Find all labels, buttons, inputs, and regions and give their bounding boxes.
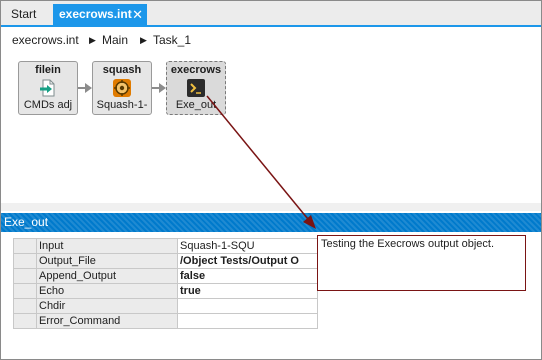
breadcrumb: execrows.int ▶ Main ▶ Task_1 [1, 27, 541, 53]
row-gutter [13, 238, 37, 254]
node-title: squash [102, 64, 142, 76]
chevron-right-icon: ▶ [89, 35, 96, 45]
breadcrumb-item-main[interactable]: Main [102, 27, 128, 53]
property-value[interactable]: true [177, 283, 318, 299]
property-key: Append_Output [36, 268, 178, 284]
node-squash[interactable]: squash Squash-1- [92, 61, 152, 115]
chevron-right-icon: ▶ [140, 35, 147, 45]
node-label: Exe_out [175, 99, 217, 111]
node-execrows[interactable]: execrows Exe_out [166, 61, 226, 115]
property-row[interactable]: Append_Output false [13, 268, 318, 284]
row-gutter [13, 313, 37, 329]
application-window: Start execrows.int ✕ execrows.int ▶ Main… [0, 0, 542, 360]
tab-execrows-label: execrows.int [59, 7, 132, 21]
flow-canvas[interactable]: filein CMDs adj squash Squash-1- execrow… [1, 53, 541, 211]
property-row[interactable]: Input Squash-1-SQU [13, 238, 318, 254]
properties-table: Input Squash-1-SQU Output_File/Object Tes… [13, 238, 318, 329]
breadcrumb-item-task[interactable]: Task_1 [153, 27, 191, 53]
property-key: Input [36, 238, 178, 254]
property-value[interactable]: /Object Tests/Output O [177, 253, 318, 269]
row-gutter [13, 253, 37, 269]
flow-arrow [152, 83, 166, 93]
property-key: Chdir [36, 298, 178, 314]
description-callout: Testing the Execrows output object. [317, 235, 526, 291]
close-icon[interactable]: ✕ [132, 4, 143, 25]
property-key: Echo [36, 283, 178, 299]
property-value[interactable] [177, 298, 318, 314]
tab-bar: Start execrows.int ✕ [1, 1, 541, 27]
file-import-icon [40, 79, 55, 97]
horizontal-scrollbar[interactable] [1, 203, 541, 211]
property-key: Output_File [36, 253, 178, 269]
property-key: Error_Command [36, 313, 178, 329]
panel-header: Exe_out [1, 213, 541, 232]
node-filein[interactable]: filein CMDs adj [18, 61, 78, 115]
node-title: filein [35, 64, 61, 76]
squash-gear-icon [113, 79, 131, 97]
row-gutter [13, 268, 37, 284]
node-title: execrows [170, 64, 222, 76]
breadcrumb-item-file[interactable]: execrows.int [12, 27, 79, 53]
row-gutter [13, 298, 37, 314]
panel-title: Exe_out [4, 215, 49, 229]
properties-panel: Input Squash-1-SQU Output_File/Object Tes… [1, 232, 541, 359]
tab-start[interactable]: Start [1, 4, 61, 25]
row-gutter [13, 283, 37, 299]
tab-execrows[interactable]: execrows.int ✕ [53, 4, 147, 25]
property-value[interactable]: false [177, 268, 318, 284]
terminal-icon [187, 79, 205, 97]
property-row[interactable]: Error_Command [13, 313, 318, 329]
flow-connections [78, 83, 166, 93]
property-row[interactable]: Echo true [13, 283, 318, 299]
tab-start-label: Start [11, 7, 37, 21]
property-value[interactable] [177, 313, 318, 329]
property-row[interactable]: Output_File/Object Tests/Output O [13, 253, 318, 269]
flow-arrow [78, 83, 92, 93]
property-row[interactable]: Chdir [13, 298, 318, 314]
property-value[interactable]: Squash-1-SQU [177, 238, 318, 254]
node-label: CMDs adj [23, 99, 73, 111]
node-label: Squash-1- [96, 99, 148, 111]
